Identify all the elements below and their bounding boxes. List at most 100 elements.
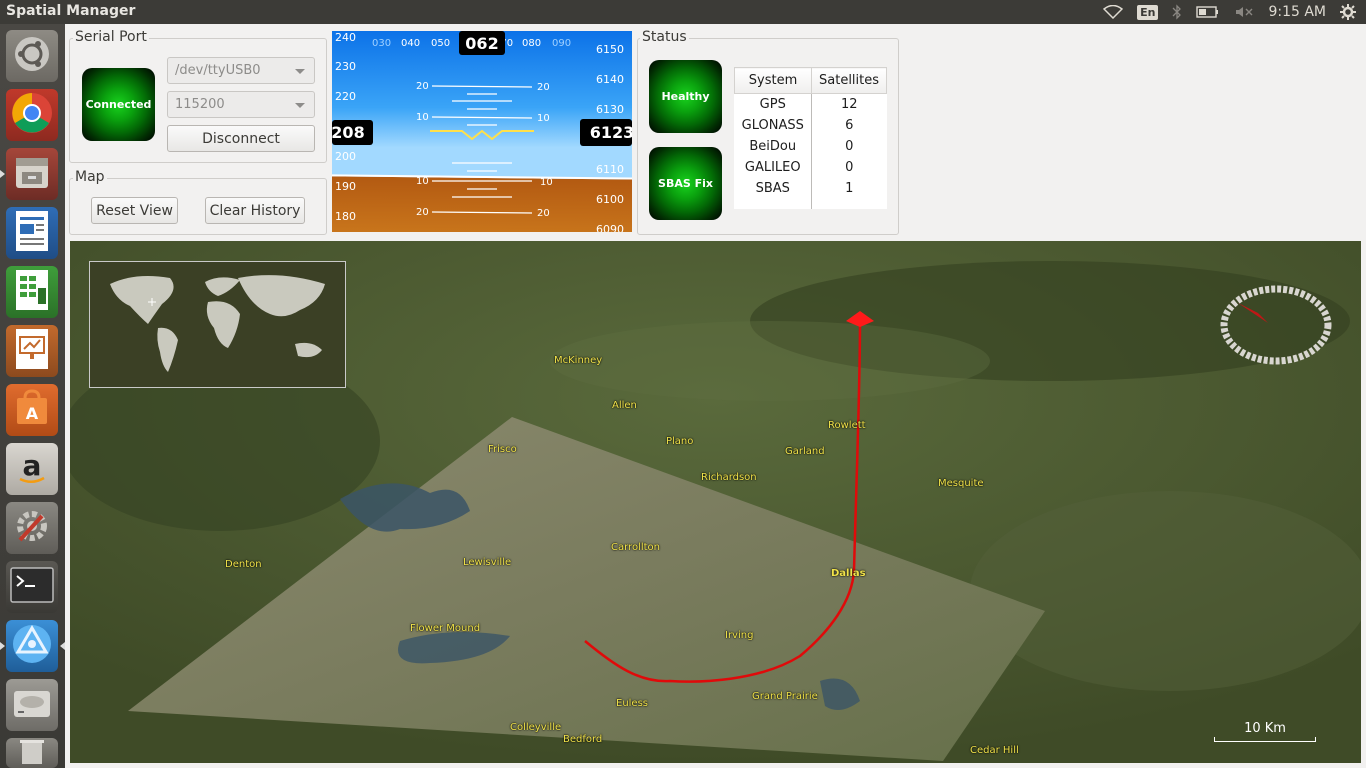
svg-text:10: 10 <box>416 176 429 187</box>
system-settings-button[interactable] <box>6 502 58 554</box>
table-row[interactable]: GPS 12 <box>734 93 887 115</box>
disconnect-button[interactable]: Disconnect <box>167 125 315 152</box>
svg-text:10: 10 <box>416 112 429 123</box>
amazon-button[interactable]: a <box>6 443 58 495</box>
city-label-rowlett: Rowlett <box>828 420 866 431</box>
terminal-icon <box>10 567 54 607</box>
system-cell: SBAS <box>734 177 813 199</box>
terminal-button[interactable] <box>6 561 58 613</box>
window-title: Spatial Manager <box>6 3 136 19</box>
ubuntu-icon <box>12 34 52 78</box>
chrome-icon <box>10 91 54 139</box>
connection-status-label: Connected <box>85 98 152 111</box>
connection-status-indicator: Connected <box>82 68 155 141</box>
map-view[interactable]: McKinney Allen Plano Frisco Rowlett Garl… <box>70 241 1361 763</box>
satellites-cell: 6 <box>845 117 854 133</box>
svg-text:6110: 6110 <box>596 163 624 176</box>
battery-icon[interactable] <box>1196 5 1220 19</box>
column-header-satellites[interactable]: Satellites <box>811 67 887 94</box>
svg-text:030: 030 <box>372 38 391 49</box>
city-label-cedar-hill: Cedar Hill <box>970 745 1019 756</box>
disk-button[interactable] <box>6 679 58 731</box>
top-panel: Spatial Manager En 9:15 AM <box>0 0 1366 24</box>
port-select[interactable]: /dev/ttyUSB0 <box>167 57 315 84</box>
svg-text:6100: 6100 <box>596 193 624 206</box>
table-row[interactable]: GLONASS 6 <box>734 114 887 136</box>
chevron-down-icon <box>295 69 305 74</box>
trash-icon <box>17 738 47 768</box>
city-label-irving: Irving <box>725 630 754 641</box>
impress-button[interactable] <box>6 325 58 377</box>
disk-icon <box>10 683 54 727</box>
svg-text:050: 050 <box>431 38 450 49</box>
city-label-lewisville: Lewisville <box>463 557 512 568</box>
spatial-manager-button[interactable] <box>0 620 65 672</box>
city-label-mesquite: Mesquite <box>938 478 984 489</box>
table-row[interactable]: GALILEO 0 <box>734 156 887 178</box>
city-label-dallas: Dallas <box>831 568 866 579</box>
dash-button[interactable] <box>6 30 58 82</box>
svg-text:a: a <box>23 449 42 482</box>
trash-button[interactable] <box>6 738 58 768</box>
svg-text:6090: 6090 <box>596 223 624 232</box>
bluetooth-icon[interactable] <box>1172 4 1182 20</box>
city-label-garland: Garland <box>785 446 825 457</box>
svg-text:230: 230 <box>335 60 356 73</box>
satellites-cell: 0 <box>845 138 854 154</box>
gear-icon[interactable] <box>1340 4 1356 20</box>
svg-text:190: 190 <box>335 180 356 193</box>
city-label-richardson: Richardson <box>701 472 757 483</box>
clear-history-button[interactable]: Clear History <box>205 197 305 224</box>
scale-bar: 10 Km <box>1214 721 1316 742</box>
serial-port-legend: Serial Port <box>73 29 149 45</box>
volume-muted-icon[interactable] <box>1234 5 1254 19</box>
fix-label: SBAS Fix <box>658 177 713 190</box>
city-label-grand-prairie: Grand Prairie <box>752 691 818 702</box>
baud-rate-select[interactable]: 115200 <box>167 91 315 118</box>
city-label-allen: Allen <box>612 400 637 411</box>
calc-button[interactable] <box>6 266 58 318</box>
aircraft-symbol <box>430 129 534 141</box>
svg-text:20: 20 <box>537 208 550 219</box>
table-row[interactable]: BeiDou 0 <box>734 135 887 157</box>
writer-button[interactable] <box>6 207 58 259</box>
reset-view-button[interactable]: Reset View <box>91 197 178 224</box>
port-select-value: /dev/ttyUSB0 <box>175 63 261 78</box>
city-label-frisco: Frisco <box>488 444 517 455</box>
column-header-system[interactable]: System <box>733 67 813 94</box>
svg-text:20: 20 <box>537 82 550 93</box>
spatial-manager-icon <box>10 622 54 670</box>
keyboard-layout-indicator[interactable]: En <box>1137 4 1159 20</box>
files-button[interactable] <box>0 148 58 200</box>
svg-text:6150: 6150 <box>596 43 624 56</box>
writer-icon <box>12 209 52 257</box>
world-map-icon <box>110 275 325 372</box>
chrome-button[interactable] <box>6 89 58 141</box>
svg-text:6140: 6140 <box>596 73 624 86</box>
launcher: A a <box>0 24 65 768</box>
software-center-button[interactable]: A <box>6 384 58 436</box>
svg-text:10: 10 <box>540 177 553 188</box>
city-label-plano: Plano <box>666 436 694 447</box>
heading-value: 062 <box>465 34 498 53</box>
city-label-carrollton: Carrollton <box>611 542 660 553</box>
svg-text:200: 200 <box>335 150 356 163</box>
svg-text:180: 180 <box>335 210 356 223</box>
system-cell: BeiDou <box>734 135 813 157</box>
clock[interactable]: 9:15 AM <box>1268 4 1326 20</box>
city-label-flower-mound: Flower Mound <box>410 623 481 634</box>
satellite-table: System Satellites GPS 12 GLONASS 6 BeiDo… <box>733 67 887 209</box>
wifi-icon[interactable] <box>1103 5 1124 19</box>
map-legend: Map <box>73 169 107 185</box>
pfd-overlay: 20 20 10 10 10 10 20 20 030 040 050 070 … <box>332 31 632 232</box>
chevron-down-icon <box>295 103 305 108</box>
pitch-labels: 20 20 10 10 10 10 20 20 <box>416 81 553 219</box>
table-row[interactable]: SBAS 1 <box>734 177 887 199</box>
svg-text:10: 10 <box>537 113 550 124</box>
svg-text:20: 20 <box>416 81 429 92</box>
files-icon <box>12 152 52 196</box>
overview-map[interactable] <box>89 261 346 388</box>
altitude-value: 6123 <box>590 123 632 142</box>
speed-value: 208 <box>332 123 365 142</box>
city-label-colleyville: Colleyville <box>510 722 562 733</box>
